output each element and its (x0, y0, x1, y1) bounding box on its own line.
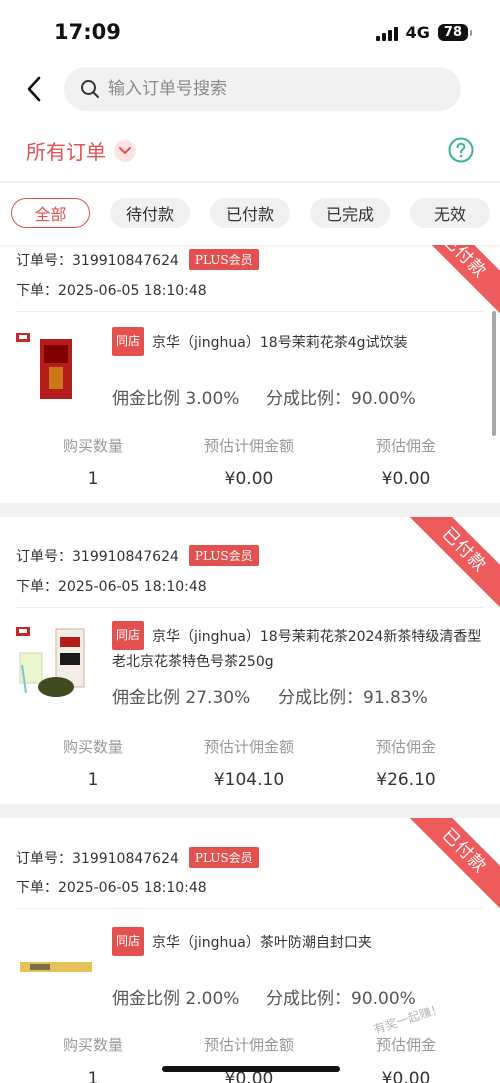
order-number-label: 订单号： (16, 253, 72, 269)
tab-completed[interactable]: 已完成 (310, 198, 390, 228)
order-type-label: 所有订单 (26, 140, 106, 164)
order-time: 2025-06-05 18:10:48 (58, 880, 207, 896)
purchase-qty: 1 (87, 770, 99, 790)
back-button[interactable] (22, 76, 46, 102)
est-commission-label: 预估佣金 (375, 738, 436, 756)
divider (16, 311, 484, 312)
order-number-label: 订单号： (16, 851, 72, 867)
est-commission: ¥0.00 (381, 469, 431, 489)
chevron-down-icon (114, 139, 136, 162)
order-number: 319910847624 (72, 253, 179, 269)
est-amount: ¥0.00 (224, 469, 274, 489)
search-icon (81, 80, 99, 98)
signal-icon (375, 25, 398, 41)
order-time-line: 下单：2025-06-05 18:10:48 (16, 280, 207, 300)
search-input[interactable] (108, 79, 408, 99)
order-number: 319910847624 (72, 851, 179, 867)
tab-invalid[interactable]: 无效 (410, 198, 490, 228)
order-number-line: 订单号：319910847624 PLUS会员 (16, 847, 259, 868)
product-title[interactable]: 同店 京华（jinghua）茶叶防潮自封口夹 (112, 927, 484, 956)
battery-icon: 78 (437, 24, 473, 41)
network-label: 4G (405, 23, 430, 42)
commission-rate: 佣金比例 3.00% (112, 389, 240, 409)
filter-bar: 所有订单 (0, 116, 500, 182)
order-number-label: 订单号： (16, 549, 72, 565)
tab-all[interactable]: 全部 (11, 198, 90, 228)
product-name: 京华（jinghua）18号茉莉花茶2024新茶特级清香型老北京花茶特色号茶25… (112, 629, 482, 670)
purchase-qty-label: 购买数量 (62, 437, 123, 455)
order-time-label: 下单： (16, 880, 58, 896)
order-time-label: 下单： (16, 579, 58, 595)
shop-tag: 同店 (112, 621, 145, 650)
share-rate: 分成比例：90.00% (266, 989, 416, 1009)
order-status-ribbon: 已付款 (396, 818, 500, 919)
order-time-label: 下单： (16, 283, 58, 299)
order-time-line: 下单：2025-06-05 18:10:48 (16, 877, 207, 897)
order-number: 319910847624 (72, 549, 179, 565)
order-list: 已付款 订单号：319910847624 PLUS会员 下单：2025-06-05… (0, 245, 500, 1083)
status-time: 17:09 (54, 20, 121, 44)
purchase-qty-label: 购买数量 (62, 1036, 123, 1054)
est-amount-label: 预估计佣金额 (203, 1036, 294, 1054)
commission-rate: 佣金比例 2.00% (112, 989, 240, 1009)
shop-tag: 同店 (112, 327, 145, 356)
product-thumbnail[interactable] (16, 325, 102, 407)
order-time: 2025-06-05 18:10:48 (58, 579, 207, 595)
order-number-line: 订单号：319910847624 PLUS会员 (16, 545, 259, 566)
tab-pending-payment[interactable]: 待付款 (110, 198, 190, 228)
help-icon[interactable] (448, 137, 474, 163)
product-thumbnail[interactable] (16, 619, 102, 701)
plus-member-badge: PLUS会员 (188, 847, 259, 868)
home-indicator[interactable] (162, 1066, 340, 1072)
est-commission-label: 预估佣金 (375, 437, 436, 455)
status-tabs: 全部 待付款 已付款 已完成 无效 (0, 183, 500, 245)
product-name: 京华（jinghua）18号茉莉花茶4g试饮装 (152, 335, 408, 351)
product-thumbnail[interactable] (16, 918, 102, 1000)
est-amount: ¥104.10 (213, 770, 285, 790)
order-time: 2025-06-05 18:10:48 (58, 283, 207, 299)
tab-paid[interactable]: 已付款 (210, 198, 290, 228)
shop-tag: 同店 (112, 927, 145, 956)
purchase-qty: 1 (87, 1069, 99, 1083)
share-rate: 分成比例：90.00% (266, 389, 416, 409)
status-bar: 17:09 4G 78 (0, 0, 500, 62)
purchase-qty: 1 (87, 469, 99, 489)
est-commission: ¥0.00 (381, 1069, 431, 1083)
order-status-ribbon: 已付款 (396, 517, 500, 618)
plus-member-badge: PLUS会员 (188, 545, 259, 566)
plus-member-badge: PLUS会员 (188, 249, 259, 270)
purchase-qty-label: 购买数量 (62, 738, 123, 756)
est-commission: ¥26.10 (376, 770, 436, 790)
est-amount-label: 预估计佣金额 (203, 738, 294, 756)
est-amount-label: 预估计佣金额 (203, 437, 294, 455)
search-box[interactable] (64, 67, 461, 111)
divider (16, 908, 484, 909)
order-card[interactable]: 已付款 订单号：319910847624 PLUS会员 下单：2025-06-05… (0, 245, 500, 503)
divider (16, 607, 484, 608)
order-type-dropdown[interactable]: 所有订单 (26, 136, 136, 165)
chevron-left-icon (27, 76, 41, 102)
share-rate: 分成比例：91.83% (278, 688, 428, 708)
order-card[interactable]: 已付款 订单号：319910847624 PLUS会员 下单：2025-06-05… (0, 517, 500, 804)
order-time-line: 下单：2025-06-05 18:10:48 (16, 576, 207, 596)
order-number-line: 订单号：319910847624 PLUS会员 (16, 249, 259, 270)
nav-bar (0, 62, 500, 116)
product-title[interactable]: 同店 京华（jinghua）18号茉莉花茶4g试饮装 (112, 327, 484, 356)
product-title[interactable]: 同店 京华（jinghua）18号茉莉花茶2024新茶特级清香型老北京花茶特色号茶… (112, 621, 484, 675)
est-commission-label: 预估佣金 (375, 1036, 436, 1054)
product-name: 京华（jinghua）茶叶防潮自封口夹 (152, 935, 372, 951)
scrollbar[interactable] (492, 311, 496, 436)
order-card[interactable]: 已付款 订单号：319910847624 PLUS会员 下单：2025-06-05… (0, 818, 500, 1083)
status-icons: 4G 78 (375, 23, 473, 42)
commission-rate: 佣金比例 27.30% (112, 688, 251, 708)
